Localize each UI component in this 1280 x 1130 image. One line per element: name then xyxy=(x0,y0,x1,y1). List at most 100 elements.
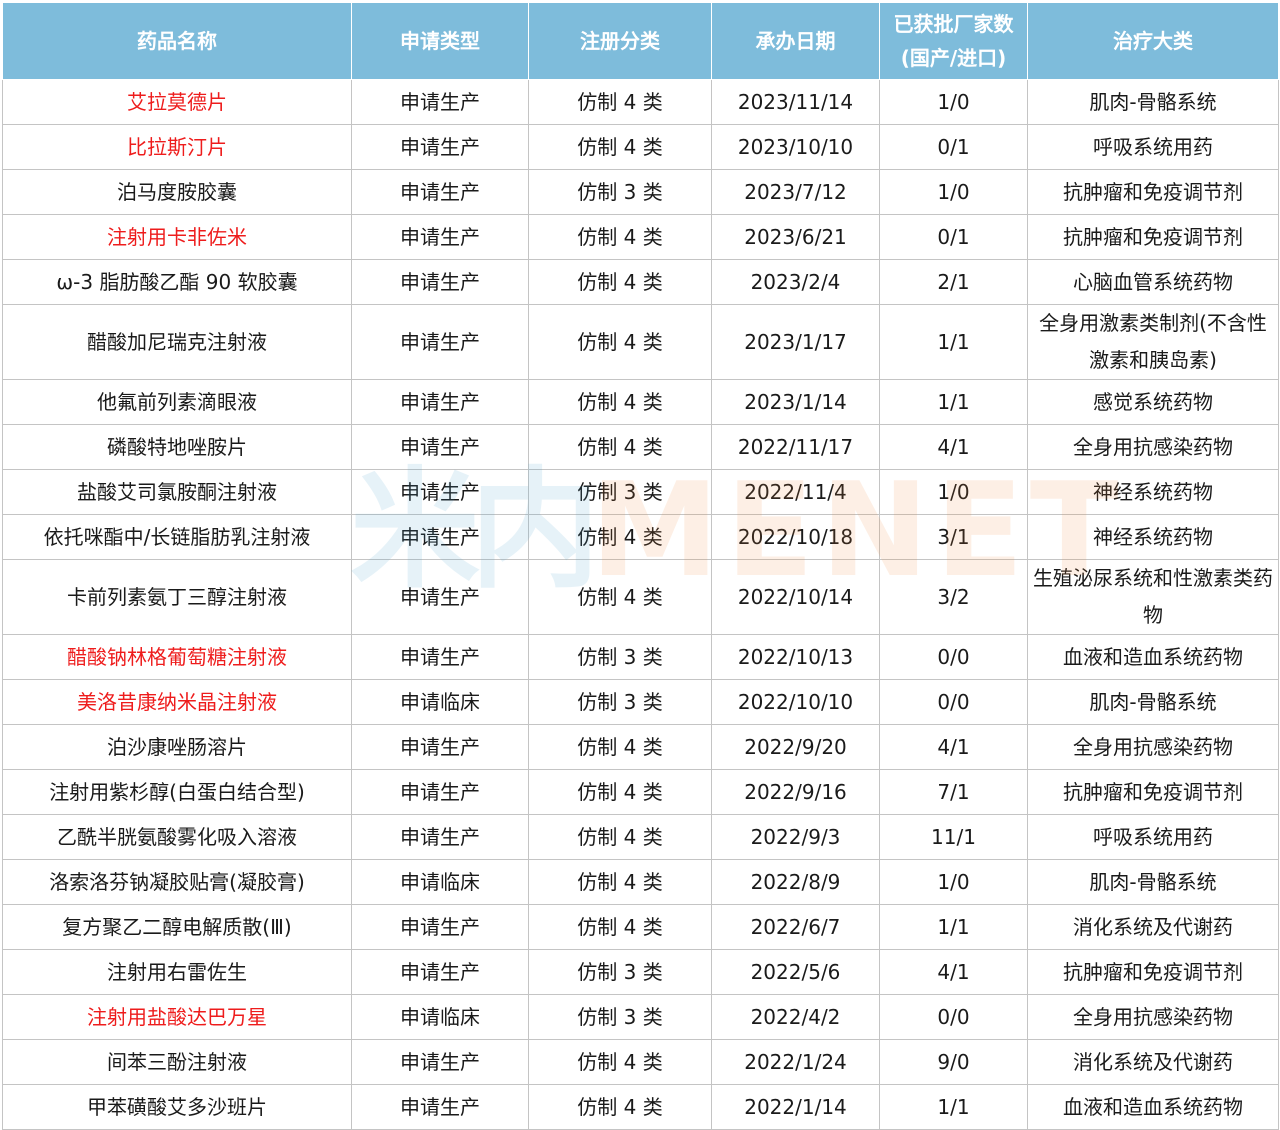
drug-name-cell: 泊沙康唑肠溶片 xyxy=(2,724,352,770)
table-row: 泊沙康唑肠溶片 申请生产 仿制 4 类 2022/9/20 4/1 全身用抗感染药物 xyxy=(2,724,1279,770)
drug-name-cell: 艾拉莫德片 xyxy=(2,79,352,125)
registration-class-cell: 仿制 3 类 xyxy=(528,949,712,995)
registration-class-cell: 仿制 3 类 xyxy=(528,469,712,515)
drug-name-cell: 泊马度胺胶囊 xyxy=(2,169,352,215)
registration-class-cell: 仿制 4 类 xyxy=(528,379,712,425)
registration-class-cell: 仿制 4 类 xyxy=(528,859,712,905)
acceptance-date-cell: 2022/10/10 xyxy=(711,679,880,725)
category-cell: 呼吸系统用药 xyxy=(1027,814,1279,860)
approved-count-cell: 0/1 xyxy=(879,214,1028,260)
category-cell: 全身用抗感染药物 xyxy=(1027,424,1279,470)
apply-type-cell: 申请生产 xyxy=(351,124,529,170)
table-row: 美洛昔康纳米晶注射液 申请临床 仿制 3 类 2022/10/10 0/0 肌肉-骨骼系统 xyxy=(2,679,1279,725)
category-cell: 抗肿瘤和免疫调节剂 xyxy=(1027,949,1279,995)
acceptance-date-cell: 2022/4/2 xyxy=(711,994,880,1040)
category-cell: 呼吸系统用药 xyxy=(1027,124,1279,170)
registration-class-cell: 仿制 4 类 xyxy=(528,259,712,305)
header-drug-name: 药品名称 xyxy=(2,2,352,80)
apply-type-cell: 申请生产 xyxy=(351,559,529,635)
approved-count-cell: 1/1 xyxy=(879,904,1028,950)
category-cell: 心脑血管系统药物 xyxy=(1027,259,1279,305)
approved-count-cell: 0/1 xyxy=(879,124,1028,170)
drug-name-cell: ω-3 脂肪酸乙酯 90 软胶囊 xyxy=(2,259,352,305)
apply-type-cell: 申请生产 xyxy=(351,769,529,815)
table-row: 乙酰半胱氨酸雾化吸入溶液 申请生产 仿制 4 类 2022/9/3 11/1 呼吸系统用药 xyxy=(2,814,1279,860)
approved-count-cell: 9/0 xyxy=(879,1039,1028,1085)
apply-type-cell: 申请生产 xyxy=(351,1084,529,1130)
category-cell: 消化系统及代谢药 xyxy=(1027,904,1279,950)
apply-type-cell: 申请生产 xyxy=(351,304,529,380)
table-row: 注射用盐酸达巴万星 申请临床 仿制 3 类 2022/4/2 0/0 全身用抗感染药物 xyxy=(2,994,1279,1040)
table-row: 卡前列素氨丁三醇注射液 申请生产 仿制 4 类 2022/10/14 3/2 生殖泌尿系统… xyxy=(2,559,1279,635)
table-row: ω-3 脂肪酸乙酯 90 软胶囊 申请生产 仿制 4 类 2023/2/4 2/1 心脑血… xyxy=(2,259,1279,305)
drug-name-cell: 注射用右雷佐生 xyxy=(2,949,352,995)
drug-name-cell: 洛索洛芬钠凝胶贴膏(凝胶膏) xyxy=(2,859,352,905)
approved-count-cell: 0/0 xyxy=(879,634,1028,680)
registration-class-cell: 仿制 4 类 xyxy=(528,79,712,125)
drug-name-cell: 磷酸特地唑胺片 xyxy=(2,424,352,470)
approved-count-cell: 1/0 xyxy=(879,469,1028,515)
registration-class-cell: 仿制 4 类 xyxy=(528,724,712,770)
acceptance-date-cell: 2023/2/4 xyxy=(711,259,880,305)
category-cell: 全身用激素类制剂(不含性激素和胰岛素) xyxy=(1027,304,1279,380)
drug-name-cell: 醋酸钠林格葡萄糖注射液 xyxy=(2,634,352,680)
table-body: 艾拉莫德片 申请生产 仿制 4 类 2023/11/14 1/0 肌肉-骨骼系统 比拉斯汀片… xyxy=(2,79,1279,1130)
acceptance-date-cell: 2022/9/3 xyxy=(711,814,880,860)
registration-class-cell: 仿制 3 类 xyxy=(528,169,712,215)
table-row: 醋酸钠林格葡萄糖注射液 申请生产 仿制 3 类 2022/10/13 0/0 血液和造血系… xyxy=(2,634,1279,680)
drug-name-cell: 间苯三酚注射液 xyxy=(2,1039,352,1085)
acceptance-date-cell: 2022/11/17 xyxy=(711,424,880,470)
drug-name-cell: 注射用盐酸达巴万星 xyxy=(2,994,352,1040)
acceptance-date-cell: 2022/10/18 xyxy=(711,514,880,560)
drug-name-cell: 卡前列素氨丁三醇注射液 xyxy=(2,559,352,635)
table-row: 依托咪酯中/长链脂肪乳注射液 申请生产 仿制 4 类 2022/10/18 3/1 神经系… xyxy=(2,514,1279,560)
table-row: 甲苯磺酸艾多沙班片 申请生产 仿制 4 类 2022/1/14 1/1 血液和造血系统药物 xyxy=(2,1084,1279,1130)
acceptance-date-cell: 2023/6/21 xyxy=(711,214,880,260)
table-row: 注射用右雷佐生 申请生产 仿制 3 类 2022/5/6 4/1 抗肿瘤和免疫调节剂 xyxy=(2,949,1279,995)
category-cell: 血液和造血系统药物 xyxy=(1027,634,1279,680)
drug-name-cell: 盐酸艾司氯胺酮注射液 xyxy=(2,469,352,515)
apply-type-cell: 申请生产 xyxy=(351,424,529,470)
table-row: 泊马度胺胶囊 申请生产 仿制 3 类 2023/7/12 1/0 抗肿瘤和免疫调节剂 xyxy=(2,169,1279,215)
table-header: 药品名称 申请类型 注册分类 承办日期 已获批厂家数 (国产/进口) 治疗大类 xyxy=(2,2,1279,80)
apply-type-cell: 申请生产 xyxy=(351,724,529,770)
category-cell: 消化系统及代谢药 xyxy=(1027,1039,1279,1085)
acceptance-date-cell: 2022/1/24 xyxy=(711,1039,880,1085)
approved-count-cell: 3/1 xyxy=(879,514,1028,560)
apply-type-cell: 申请临床 xyxy=(351,859,529,905)
drug-name-cell: 甲苯磺酸艾多沙班片 xyxy=(2,1084,352,1130)
approved-count-cell: 3/2 xyxy=(879,559,1028,635)
approved-count-cell: 0/0 xyxy=(879,679,1028,725)
registration-class-cell: 仿制 3 类 xyxy=(528,994,712,1040)
table-row: 注射用紫杉醇(白蛋白结合型) 申请生产 仿制 4 类 2022/9/16 7/1 抗肿瘤和… xyxy=(2,769,1279,815)
approved-count-cell: 1/1 xyxy=(879,1084,1028,1130)
drug-name-cell: 比拉斯汀片 xyxy=(2,124,352,170)
table-row: 磷酸特地唑胺片 申请生产 仿制 4 类 2022/11/17 4/1 全身用抗感染药物 xyxy=(2,424,1279,470)
approved-count-cell: 11/1 xyxy=(879,814,1028,860)
approved-count-cell: 1/0 xyxy=(879,169,1028,215)
apply-type-cell: 申请生产 xyxy=(351,79,529,125)
apply-type-cell: 申请生产 xyxy=(351,904,529,950)
category-cell: 肌肉-骨骼系统 xyxy=(1027,859,1279,905)
registration-class-cell: 仿制 3 类 xyxy=(528,634,712,680)
table-row: 他氟前列素滴眼液 申请生产 仿制 4 类 2023/1/14 1/1 感觉系统药物 xyxy=(2,379,1279,425)
category-cell: 抗肿瘤和免疫调节剂 xyxy=(1027,169,1279,215)
header-registration-class: 注册分类 xyxy=(528,2,712,80)
category-cell: 全身用抗感染药物 xyxy=(1027,994,1279,1040)
registration-class-cell: 仿制 4 类 xyxy=(528,424,712,470)
approved-count-cell: 1/0 xyxy=(879,79,1028,125)
drug-name-cell: 注射用卡非佐米 xyxy=(2,214,352,260)
category-cell: 神经系统药物 xyxy=(1027,514,1279,560)
apply-type-cell: 申请生产 xyxy=(351,169,529,215)
drug-table: 药品名称 申请类型 注册分类 承办日期 已获批厂家数 (国产/进口) 治疗大类 … xyxy=(2,2,1279,1130)
approved-count-cell: 4/1 xyxy=(879,424,1028,470)
acceptance-date-cell: 2022/5/6 xyxy=(711,949,880,995)
approved-count-cell: 4/1 xyxy=(879,724,1028,770)
category-cell: 全身用抗感染药物 xyxy=(1027,724,1279,770)
apply-type-cell: 申请生产 xyxy=(351,259,529,305)
registration-class-cell: 仿制 4 类 xyxy=(528,814,712,860)
drug-name-cell: 醋酸加尼瑞克注射液 xyxy=(2,304,352,380)
apply-type-cell: 申请生产 xyxy=(351,634,529,680)
table-row: 注射用卡非佐米 申请生产 仿制 4 类 2023/6/21 0/1 抗肿瘤和免疫调节剂 xyxy=(2,214,1279,260)
registration-class-cell: 仿制 4 类 xyxy=(528,769,712,815)
